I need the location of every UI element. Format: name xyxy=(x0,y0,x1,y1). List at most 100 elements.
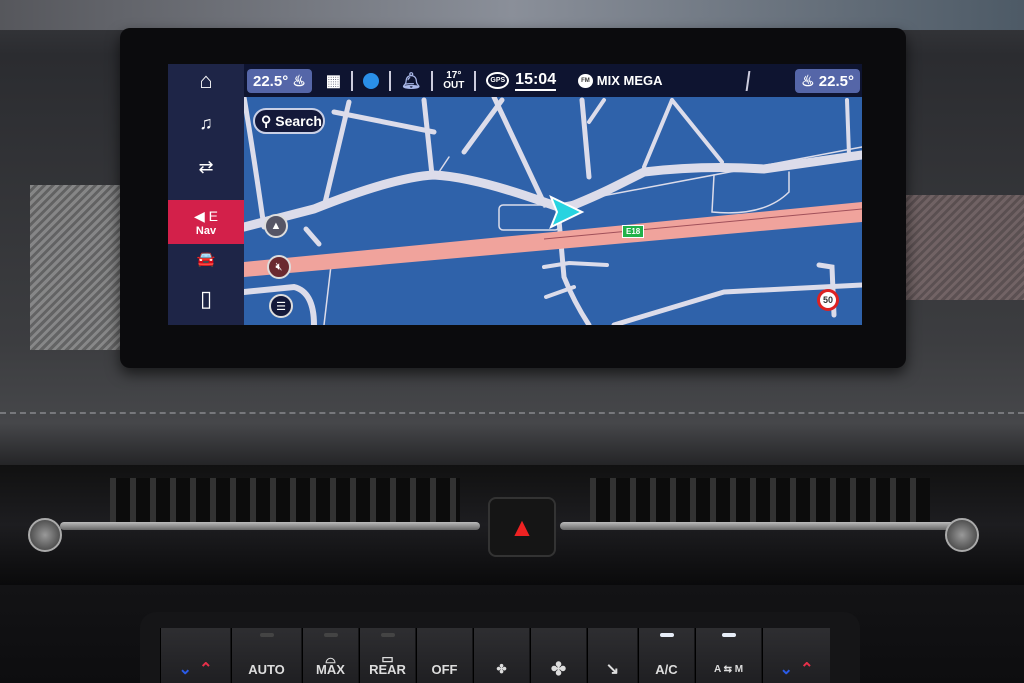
road xyxy=(331,109,437,135)
button-label: REAR xyxy=(369,662,406,677)
hazard-button[interactable]: ▲ xyxy=(488,497,556,557)
sidebar-item-vehicle[interactable]: 🚘 xyxy=(168,242,244,276)
temp-up-icon: ⌃ xyxy=(800,661,814,678)
ac-button[interactable]: A/C xyxy=(638,628,694,683)
compass-button[interactable]: ▲ xyxy=(264,214,288,238)
mute-guidance-button[interactable]: 🔇︎ xyxy=(267,255,291,279)
road xyxy=(587,98,606,124)
road xyxy=(642,98,674,169)
temp-up-icon: ⌃ xyxy=(199,661,213,678)
air-direction-button[interactable]: ↘ xyxy=(587,628,637,683)
seat-settings-icon: ⇄ xyxy=(198,156,214,177)
air-direction-icon: ↘ xyxy=(605,661,620,678)
button-label: AUTO xyxy=(248,662,285,677)
radio-source-icon: FM xyxy=(578,73,593,88)
seat-heat-icon: ♨ xyxy=(801,72,815,90)
compass-heading: E xyxy=(208,207,218,224)
speaker-muted-icon: 🔇︎ xyxy=(275,260,283,273)
passenger-temp: 22.5° xyxy=(818,72,854,90)
right-temp-buttons[interactable]: ⌄ ⌃ xyxy=(762,628,830,683)
road xyxy=(845,98,851,157)
divider xyxy=(474,70,477,91)
divider xyxy=(350,70,353,91)
led-indicator xyxy=(659,633,674,637)
background-window xyxy=(0,0,1024,30)
navigation-map[interactable]: ⚲ Search ▲ 🔇︎ ☰ E18 50 xyxy=(244,97,862,325)
sidebar-item-phone[interactable]: ▯ xyxy=(168,282,244,316)
sidebar-item-label: Nav xyxy=(195,224,217,237)
vent-grill-left xyxy=(110,478,460,523)
temp-down-icon: ⌄ xyxy=(178,661,192,678)
speed-limit-sign: 50 xyxy=(817,289,839,311)
driver-temp: 22.5° xyxy=(253,72,289,90)
vent-knob-right[interactable] xyxy=(945,518,979,552)
hazard-icon: ▲ xyxy=(509,511,535,542)
apps-grid-icon[interactable]: ▦ xyxy=(326,71,341,91)
search-button[interactable]: ⚲ Search xyxy=(253,108,325,134)
divider xyxy=(745,70,750,91)
sidebar-item-nav[interactable]: ◀ E Nav xyxy=(168,200,244,244)
max-defrost-button[interactable]: ⌓ MAX xyxy=(302,628,358,683)
sidebar-item-seat[interactable]: ⇄ xyxy=(168,150,244,184)
north-arrow-icon: ▲ xyxy=(270,220,282,232)
radio-station[interactable]: MIX MEGA xyxy=(597,73,663,88)
road xyxy=(579,97,592,180)
button-label: A/C xyxy=(655,662,678,677)
road xyxy=(670,98,724,164)
windshield-defrost-icon: ⌓ MAX xyxy=(316,651,345,677)
vent-knob-left[interactable] xyxy=(28,518,62,552)
passenger-temp-button[interactable]: ♨ 22.5° xyxy=(795,68,860,93)
search-icon: ⚲ xyxy=(261,112,272,129)
road xyxy=(421,97,435,178)
driver-temp-button[interactable]: 22.5° ♨ xyxy=(247,68,312,93)
temp-down-icon: ⌄ xyxy=(779,661,793,678)
outside-temp-label: OUT xyxy=(443,79,465,91)
music-icon: ♫ xyxy=(199,112,213,133)
minor-road xyxy=(711,171,790,214)
auto-button[interactable]: AUTO xyxy=(231,628,301,683)
home-icon: ⌂ xyxy=(199,68,213,93)
profile-icon[interactable] xyxy=(362,72,379,89)
outside-temp-value: 17° xyxy=(446,69,462,81)
status-bar: 22.5° ♨ ▦ 🔔︎ 17° OUT GPS 15:04 FM MIX ME… xyxy=(244,64,862,97)
sidebar-item-music[interactable]: ♫ xyxy=(168,106,244,140)
divider xyxy=(388,70,391,91)
recirculation-button[interactable]: A ⇆ M xyxy=(695,628,761,683)
seat-heat-icon: ♨ xyxy=(292,72,306,90)
vent-slider-right[interactable] xyxy=(560,522,960,530)
vent-grill-right xyxy=(590,478,930,523)
fan-large-icon: ✤ xyxy=(550,659,567,679)
led-indicator xyxy=(323,633,338,637)
rear-defrost-button[interactable]: ▭ REAR xyxy=(359,628,415,683)
map-roads xyxy=(244,97,862,325)
phone-icon: ▯ xyxy=(199,286,213,311)
fan-up-button[interactable]: ✤ xyxy=(530,628,586,683)
road xyxy=(303,226,322,247)
sidebar-item-home[interactable]: ⌂ xyxy=(168,64,244,98)
sidebar: ⌂ ♫ ⇄ ◀ E Nav 🚘 ▯ xyxy=(168,64,244,325)
button-label: MAX xyxy=(316,662,345,677)
left-temp-buttons[interactable]: ⌄ ⌃ xyxy=(160,628,230,683)
outside-temperature: 17° OUT xyxy=(443,69,465,91)
menu-icon: ☰ xyxy=(276,300,286,313)
led-indicator xyxy=(259,633,274,637)
road xyxy=(555,206,592,325)
led-indicator xyxy=(380,633,395,637)
menu-button[interactable]: ☰ xyxy=(269,294,293,318)
road xyxy=(461,97,505,155)
car-icon: 🚘 xyxy=(196,251,216,268)
led-indicator xyxy=(721,633,736,637)
gps-icon: GPS xyxy=(486,72,510,89)
climate-off-button[interactable]: OFF xyxy=(416,628,472,683)
divider xyxy=(431,70,434,91)
road xyxy=(542,260,609,269)
vent-slider-left[interactable] xyxy=(60,522,480,530)
navigation-icon: ◀ xyxy=(193,207,205,224)
recirculation-icon: A ⇆ M xyxy=(713,664,744,675)
minor-road xyxy=(438,156,450,173)
search-label: Search xyxy=(275,113,322,129)
road-shield: E18 xyxy=(622,225,645,238)
bell-icon[interactable]: 🔔︎ xyxy=(401,71,421,91)
clock: 15:04 xyxy=(515,71,557,91)
fan-down-button[interactable]: ✤ xyxy=(473,628,529,683)
